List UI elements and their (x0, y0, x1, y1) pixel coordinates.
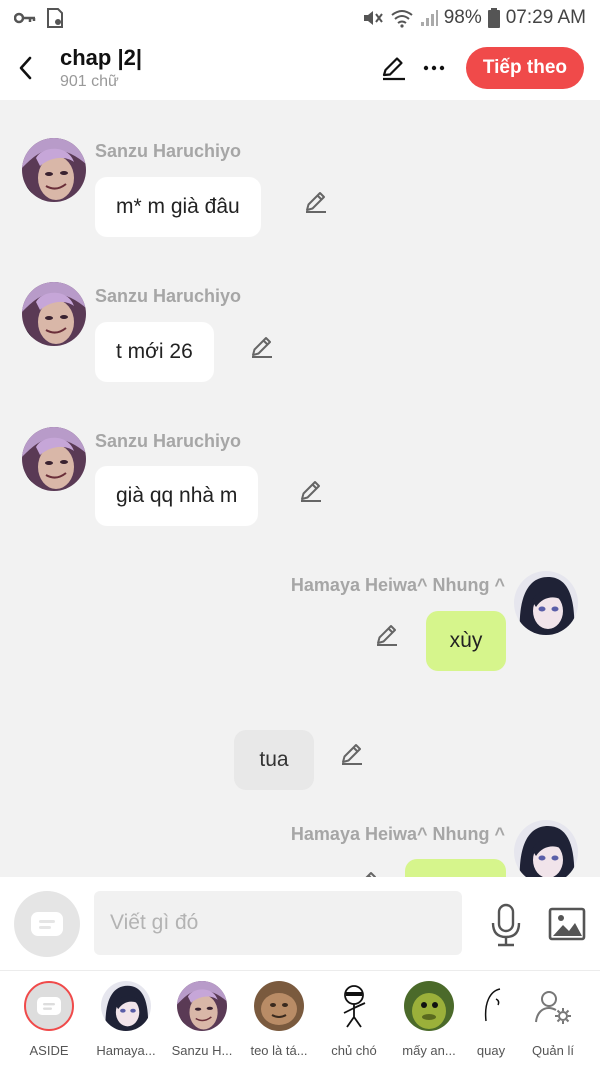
avatar (177, 981, 227, 1031)
character-label: Hamaya... (96, 1043, 156, 1058)
chevron-left-icon (19, 56, 32, 80)
avatar-sanzu[interactable] (22, 282, 86, 346)
page-title: chap |2| (60, 45, 143, 70)
character-label: Sanzu H... (171, 1043, 233, 1058)
message-bubble-mine[interactable]: xùy (426, 611, 506, 671)
aside-icon (24, 981, 74, 1031)
message-bubble-mine[interactable] (405, 859, 506, 877)
chat-area[interactable]: Sanzu Haruchiyo m* m già đâu Sanzu Haruc… (0, 100, 600, 877)
back-button[interactable] (2, 36, 48, 100)
avatar-sanzu[interactable] (22, 427, 86, 491)
edit-message-icon[interactable] (354, 868, 380, 877)
manage-characters-button[interactable]: Quản lí (515, 981, 591, 1058)
wifi-icon (390, 8, 414, 28)
character-label: chủ chó (331, 1043, 377, 1058)
edit-message-icon[interactable] (303, 188, 329, 214)
app-header: chap |2| 901 chữ Tiếp theo (0, 36, 600, 100)
character-sanzu[interactable]: Sanzu H... (164, 981, 240, 1058)
chapter-title-block: chap |2| 901 chữ (60, 45, 142, 91)
character-hamaya[interactable]: Hamaya... (88, 981, 164, 1058)
battery-icon (487, 8, 500, 28)
character-bar: ASIDE Hamaya... Sanzu H... teo là tá... … (0, 971, 600, 1067)
user-settings-icon (528, 981, 578, 1031)
mute-icon (362, 8, 384, 28)
status-bar: 98% 07:29 AM (0, 0, 600, 36)
pencil-icon (382, 57, 405, 81)
message-sender: Sanzu Haruchiyo (95, 141, 242, 161)
narration-bubble[interactable]: tua (234, 730, 314, 790)
chat-bubble-icon (31, 912, 63, 936)
avatar-sanzu[interactable] (22, 138, 86, 202)
key-icon (14, 11, 36, 25)
aside-toggle-button[interactable] (14, 891, 80, 957)
edit-message-icon[interactable] (339, 740, 365, 766)
image-icon[interactable] (548, 906, 586, 942)
edit-chapter-button[interactable] (374, 46, 414, 90)
more-icon (423, 65, 445, 71)
message-sender: Sanzu Haruchiyo (95, 286, 242, 306)
avatar (254, 981, 304, 1031)
edit-message-icon[interactable] (249, 333, 275, 359)
message-input[interactable] (94, 891, 462, 955)
message-sender: Hamaya Heiwa^ Nhung ^ (290, 824, 505, 844)
avatar-hamaya[interactable] (514, 820, 578, 877)
avatar (329, 981, 379, 1031)
edit-message-icon[interactable] (298, 477, 324, 503)
character-chu-cho[interactable]: chủ chó (316, 981, 392, 1058)
avatar-hamaya[interactable] (514, 571, 578, 635)
avatar (404, 981, 454, 1031)
signal-icon (420, 9, 438, 27)
message-sender: Sanzu Haruchiyo (95, 431, 242, 451)
word-count: 901 chữ (60, 73, 119, 90)
clock: 07:29 AM (505, 7, 586, 28)
character-label: ASIDE (29, 1043, 69, 1058)
composer-bar (0, 877, 600, 971)
avatar (466, 981, 516, 1031)
battery-percent: 98% (443, 7, 482, 28)
edit-message-icon[interactable] (374, 621, 400, 647)
character-teo[interactable]: teo là tá... (241, 981, 317, 1058)
microphone-icon[interactable] (488, 903, 524, 947)
message-sender: Hamaya Heiwa^ Nhung ^ (290, 575, 505, 595)
character-label: Quản lí (532, 1043, 574, 1058)
character-aside[interactable]: ASIDE (11, 981, 87, 1058)
next-button[interactable]: Tiếp theo (465, 47, 584, 89)
character-label: teo là tá... (250, 1043, 308, 1058)
message-bubble[interactable]: t mới 26 (95, 322, 214, 382)
more-options-button[interactable] (414, 46, 454, 90)
message-bubble[interactable]: m* m già đâu (95, 177, 261, 237)
message-bubble[interactable]: già qq nhà m (95, 466, 259, 526)
avatar (101, 981, 151, 1031)
sim-card-icon (46, 8, 64, 28)
